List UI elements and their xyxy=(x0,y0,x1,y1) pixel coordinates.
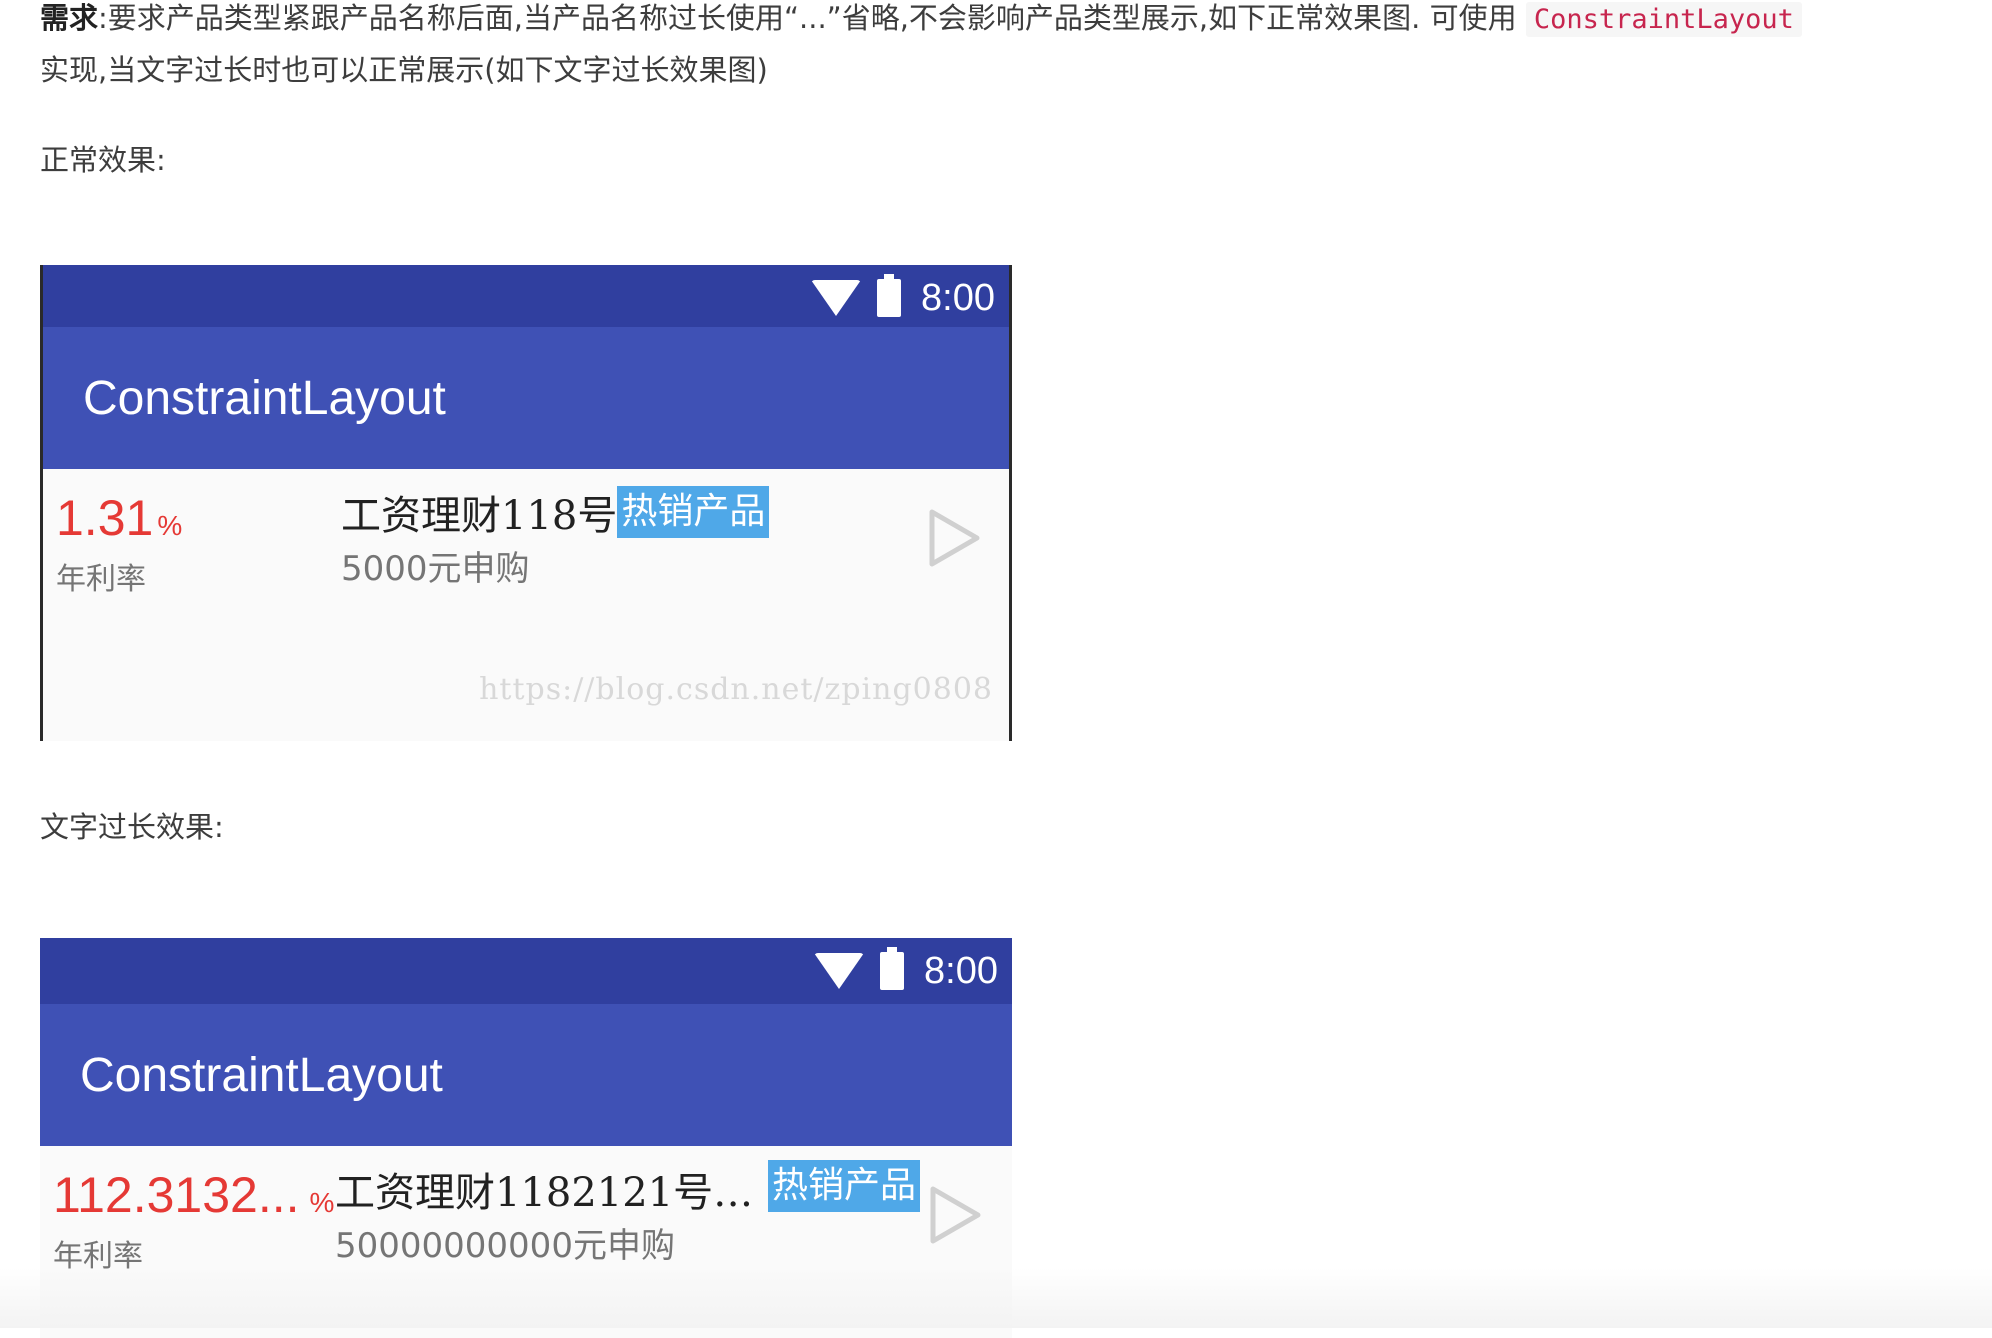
battery-icon xyxy=(880,947,905,990)
play-arrow-icon[interactable] xyxy=(928,1184,984,1246)
bottom-fade xyxy=(0,1268,1992,1328)
requirement-paragraph: 需求:要求产品类型紧跟产品名称后面,当产品名称过长使用“...”省略,不会影响产… xyxy=(40,0,1960,96)
battery-icon xyxy=(877,274,902,317)
product-tag: 热销产品 xyxy=(617,486,770,538)
app-bar: ConstraintLayout xyxy=(43,327,1009,469)
product-row[interactable]: 1.31% 年利率 工资理财118号 热销产品 5000元申购 https://… xyxy=(43,469,1009,719)
requirement-label: 需求 xyxy=(40,1,99,35)
product-title-group: 工资理财118号 热销产品 xyxy=(341,483,770,541)
rate-number: 1.31 xyxy=(56,490,154,546)
product-title-group: 工资理财1182121号… xyxy=(335,1160,753,1218)
status-time: 8:00 xyxy=(924,949,998,992)
rate-unit: % xyxy=(309,1187,335,1218)
play-arrow-icon[interactable] xyxy=(927,507,983,569)
normal-effect-label: 正常效果: xyxy=(40,143,166,177)
requirement-text-cont: 实现,当文字过长时也可以正常展示(如下文字过长效果图) xyxy=(40,53,768,87)
product-name: 工资理财1182121号… xyxy=(335,1170,754,1216)
long-text-effect-label: 文字过长效果: xyxy=(40,810,224,844)
wifi-icon xyxy=(811,280,862,316)
status-time: 8:00 xyxy=(921,276,995,319)
purchase-amount: 5000元申购 xyxy=(341,549,530,589)
watermark: https://blog.csdn.net/zping0808 xyxy=(479,672,993,707)
rate-value: 112.3132...% xyxy=(53,1166,334,1224)
product-name: 工资理财118号 xyxy=(341,493,618,539)
rate-unit: % xyxy=(157,510,183,541)
rate-value: 1.31% xyxy=(56,489,182,547)
app-title: ConstraintLayout xyxy=(80,1048,443,1102)
app-title: ConstraintLayout xyxy=(83,371,446,425)
app-bar: ConstraintLayout xyxy=(40,1004,1012,1146)
requirement-text: :要求产品类型紧跟产品名称后面,当产品名称过长使用“...”省略,不会影响产品类… xyxy=(98,1,1526,35)
normal-effect-screenshot: 8:00 ConstraintLayout 1.31% 年利率 工资理财118号… xyxy=(40,265,1012,741)
inline-code: ConstraintLayout xyxy=(1525,2,1802,37)
status-bar: 8:00 xyxy=(43,265,1009,327)
blog-article: 需求:要求产品类型紧跟产品名称后面,当产品名称过长使用“...”省略,不会影响产… xyxy=(0,0,1992,1338)
purchase-amount: 50000000000元申购 xyxy=(335,1226,675,1266)
rate-number: 112.3132... xyxy=(53,1167,300,1223)
wifi-icon xyxy=(814,953,865,989)
rate-label: 年利率 xyxy=(56,562,146,597)
product-tag: 热销产品 xyxy=(768,1160,921,1212)
status-bar: 8:00 xyxy=(40,938,1012,1004)
